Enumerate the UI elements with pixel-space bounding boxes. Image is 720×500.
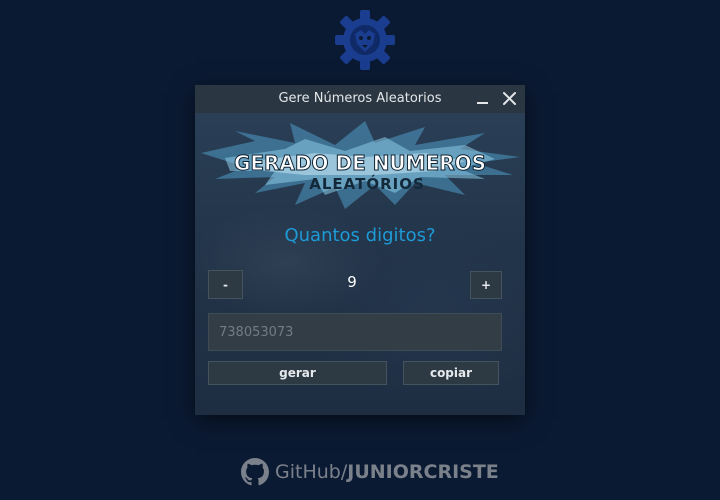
github-icon	[241, 458, 269, 486]
generate-button[interactable]: gerar	[208, 361, 387, 385]
banner-line-2: ALEATÓRIOS	[309, 174, 425, 193]
close-icon[interactable]	[500, 89, 520, 109]
github-username: JUNIORCRISTE	[347, 461, 499, 483]
decrement-button[interactable]: -	[208, 270, 243, 299]
digit-count: 9	[347, 273, 357, 291]
github-text: GitHub/	[275, 461, 348, 483]
banner-line-1: GERADO DE NUMEROS	[234, 151, 486, 175]
window-content: GERADO DE NUMEROS ALEATÓRIOS Quantos dig…	[195, 113, 525, 415]
desktop: Gere Números Aleatorios GERADO DE NUMERO…	[0, 0, 720, 500]
increment-button[interactable]: +	[470, 271, 502, 299]
copy-button[interactable]: copiar	[403, 361, 499, 385]
app-banner: GERADO DE NUMEROS ALEATÓRIOS	[201, 121, 520, 209]
result-field[interactable]: 738053073	[208, 313, 502, 351]
minimize-icon[interactable]	[473, 89, 493, 109]
app-window: Gere Números Aleatorios GERADO DE NUMERO…	[195, 85, 525, 415]
gear-lion-logo-icon	[335, 10, 395, 70]
title-bar[interactable]: Gere Números Aleatorios	[195, 85, 525, 113]
github-link[interactable]: GitHub/ JUNIORCRISTE	[241, 456, 499, 488]
digits-question: Quantos digitos?	[284, 225, 436, 246]
